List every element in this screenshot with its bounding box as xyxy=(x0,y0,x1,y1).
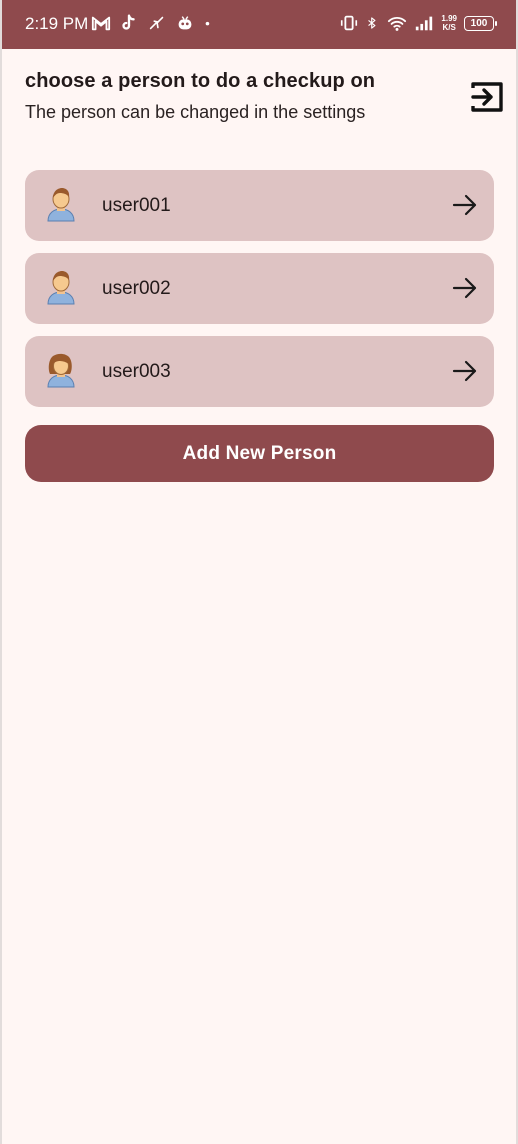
network-speed-unit: K/S xyxy=(442,23,456,32)
person-card-user003[interactable]: user003 xyxy=(25,336,494,407)
system-icons: 1.99 K/S 100 xyxy=(339,12,497,34)
arrow-right-icon xyxy=(452,277,477,299)
status-time: 2:19 PM xyxy=(25,14,89,33)
male-avatar-icon xyxy=(47,271,75,305)
page-title: choose a person to do a checkup on xyxy=(25,70,376,92)
dot-icon xyxy=(205,21,210,26)
gmail-icon xyxy=(91,16,111,31)
male-avatar-icon xyxy=(47,188,75,222)
person-name: user002 xyxy=(102,277,171,299)
arrow-right-icon xyxy=(452,194,477,216)
person-name: user001 xyxy=(102,194,171,216)
person-card-user001[interactable]: user001 xyxy=(25,170,494,241)
person-card-user002[interactable]: user002 xyxy=(25,253,494,324)
bird-icon xyxy=(149,16,164,30)
status-bar: 2:19 PM 1.99 K/S 100 xyxy=(0,0,518,49)
wifi-icon xyxy=(388,17,407,31)
network-speed-value: 1.99 xyxy=(441,14,457,23)
bluetooth-icon xyxy=(368,17,376,29)
notification-icons xyxy=(91,12,217,34)
bot-icon xyxy=(178,16,192,30)
arrow-right-icon xyxy=(452,360,477,382)
person-name: user003 xyxy=(102,360,171,382)
signal-icon xyxy=(416,16,433,31)
network-speed: 1.99 K/S xyxy=(441,14,457,32)
logout-button[interactable] xyxy=(469,79,505,115)
person-list: user001 user002 user003 xyxy=(25,170,494,419)
tiktok-icon xyxy=(122,14,135,30)
add-new-person-button[interactable]: Add New Person xyxy=(25,425,494,482)
female-avatar-icon xyxy=(47,353,75,388)
logout-icon xyxy=(471,82,503,112)
page-subtitle: The person can be changed in the setting… xyxy=(25,102,366,122)
vibrate-icon xyxy=(341,15,358,31)
battery-indicator: 100 xyxy=(464,15,497,31)
